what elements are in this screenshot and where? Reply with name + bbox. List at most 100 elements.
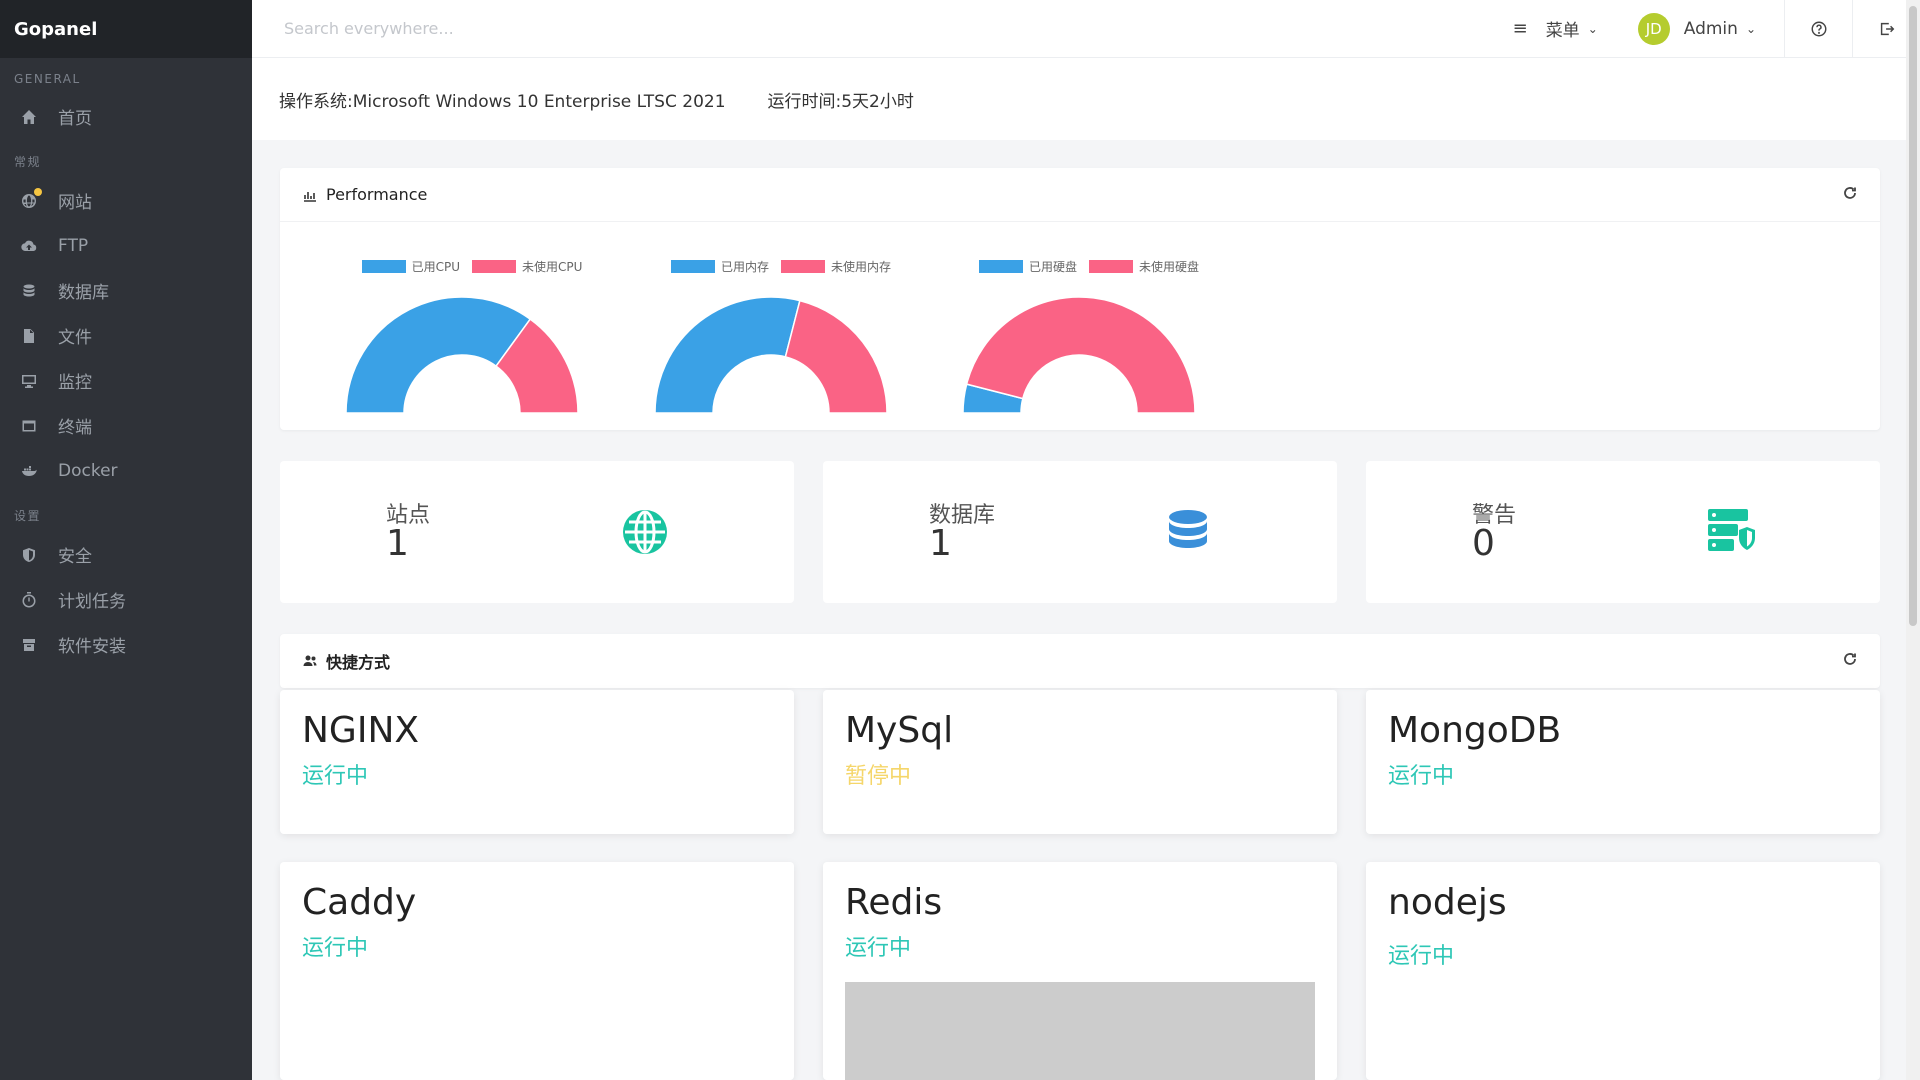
legend-label: 已用内存 <box>720 260 769 274</box>
sidebar-item-label: 安全 <box>58 547 92 567</box>
page-scrollbar[interactable] <box>1906 0 1920 1080</box>
service-status: 运行中 <box>845 936 912 961</box>
legend-item[interactable]: 已用内存 <box>670 258 769 275</box>
system-info-bar: 操作系统:Microsoft Windows 10 Enterprise LTS… <box>252 58 1906 140</box>
sidebar: Gopanel GENERAL 首页 常规 网站 FTP 数据库 文件 监控 终… <box>0 0 252 1080</box>
legend-swatch <box>978 260 1023 273</box>
legend-swatch <box>781 260 825 273</box>
service-status: 暂停中 <box>845 764 912 789</box>
placeholder-image <box>845 982 1315 1080</box>
sidebar-item-database[interactable]: 数据库 <box>0 268 252 313</box>
performance-card-header: Performance <box>280 168 1880 222</box>
sidebar-item-label: Docker <box>58 460 118 481</box>
chart-legend[interactable]: 已用硬盘 未使用硬盘 <box>949 258 1229 275</box>
docker-icon <box>20 462 38 480</box>
refresh-icon <box>1844 653 1856 665</box>
menu-label: 菜单 <box>1545 21 1580 41</box>
gauge-chart: 已用CPU 未使用CPU <box>332 258 612 419</box>
monitor-icon <box>20 372 38 390</box>
service-status: 运行中 <box>302 936 369 961</box>
shortcut-card-mongodb[interactable]: MongoDB 运行中 <box>1366 690 1880 834</box>
sidebar-item-ftp[interactable]: FTP <box>0 223 252 268</box>
sidebar-item-cron[interactable]: 计划任务 <box>0 577 252 622</box>
used-slice[interactable] <box>345 296 532 414</box>
user-dropdown[interactable]: JD Admin ⌄ <box>1637 12 1756 45</box>
service-name: MongoDB <box>1388 710 1562 751</box>
sidebar-item-label: 计划任务 <box>58 592 126 612</box>
shortcut-card-mysql[interactable]: MySql 暂停中 <box>823 690 1337 834</box>
sidebar-item-label: 软件安装 <box>58 637 126 657</box>
sidebar-item-terminal[interactable]: 终端 <box>0 403 252 448</box>
refresh-shortcuts-button[interactable] <box>1842 651 1858 671</box>
stat-value: 0 <box>1472 523 1495 564</box>
legend-item[interactable]: 已用CPU <box>361 258 460 275</box>
file-icon <box>20 327 38 345</box>
hamburger-icon: ≡ <box>1512 18 1528 39</box>
legend-item[interactable]: 未使用硬盘 <box>1089 258 1199 275</box>
sidebar-item-website[interactable]: 网站 <box>0 178 252 223</box>
nav-section-general: GENERAL <box>14 72 81 86</box>
used-slice[interactable] <box>654 296 801 414</box>
unused-slice[interactable] <box>784 299 888 414</box>
server-shield-icon <box>1708 509 1755 551</box>
chart-icon <box>302 187 318 203</box>
legend-item[interactable]: 未使用内存 <box>781 258 891 275</box>
os-info: 操作系统:Microsoft Windows 10 Enterprise LTS… <box>279 91 726 112</box>
header-actions: ≡ 菜单 ⌄ JD Admin ⌄ <box>1513 0 1920 58</box>
service-status: 运行中 <box>302 764 369 789</box>
half-doughnut-chart <box>345 296 579 414</box>
menu-dropdown[interactable]: ≡ 菜单 ⌄ <box>1513 16 1598 41</box>
stat-value: 1 <box>386 523 409 564</box>
shortcut-card-nginx[interactable]: NGINX 运行中 <box>280 690 794 834</box>
sidebar-item-label: 文件 <box>58 328 92 348</box>
uptime-info: 运行时间:5天2小时 <box>767 91 914 112</box>
service-status: 运行中 <box>1388 764 1455 789</box>
brand-logo[interactable]: Gopanel <box>0 0 252 58</box>
legend-item[interactable]: 未使用CPU <box>472 258 582 275</box>
help-button[interactable] <box>1784 0 1852 58</box>
stat-value: 1 <box>929 523 952 564</box>
chart-legend[interactable]: 已用CPU 未使用CPU <box>332 258 612 275</box>
users-icon <box>302 653 318 669</box>
refresh-performance-button[interactable] <box>1842 185 1858 205</box>
shortcut-card-nodejs[interactable]: nodejs 运行中 <box>1366 862 1880 1080</box>
legend-swatch <box>472 260 516 273</box>
legend-item[interactable]: 已用硬盘 <box>978 258 1077 275</box>
nav-section-settings: 设置 <box>14 509 42 523</box>
half-doughnut-chart <box>654 296 888 414</box>
stat-card-sites[interactable]: 站点 1 <box>280 461 794 603</box>
gauge-chart: 已用内存 未使用内存 <box>641 258 921 419</box>
search-input[interactable] <box>252 0 852 58</box>
sidebar-item-home[interactable]: 首页 <box>0 94 252 139</box>
shortcut-card-caddy[interactable]: Caddy 运行中 <box>280 862 794 1080</box>
timer-icon <box>20 591 38 609</box>
sidebar-item-security[interactable]: 安全 <box>0 532 252 577</box>
user-name: Admin <box>1683 18 1738 39</box>
sidebar-item-files[interactable]: 文件 <box>0 313 252 358</box>
shortcut-card-redis[interactable]: Redis 运行中 <box>823 862 1337 1080</box>
service-name: NGINX <box>302 710 420 751</box>
sidebar-item-label: 首页 <box>58 109 92 129</box>
performance-title: Performance <box>326 185 428 204</box>
stat-card-alerts[interactable]: 警告 0 <box>1366 461 1880 603</box>
sidebar-item-docker[interactable]: Docker <box>0 448 252 493</box>
stat-card-databases[interactable]: 数据库 1 <box>823 461 1337 603</box>
sidebar-item-label: FTP <box>58 235 89 256</box>
sidebar-item-software[interactable]: 软件安装 <box>0 622 252 667</box>
shield-icon <box>20 546 38 564</box>
sidebar-item-monitor[interactable]: 监控 <box>0 358 252 403</box>
chevron-down-icon: ⌄ <box>1745 21 1756 36</box>
legend-label: 已用硬盘 <box>1028 260 1077 274</box>
shortcuts-card: 快捷方式 <box>280 634 1880 688</box>
shortcuts-card-header: 快捷方式 <box>280 634 1880 688</box>
service-name: Caddy <box>302 882 417 923</box>
service-name: MySql <box>845 710 954 751</box>
service-name: Redis <box>845 882 943 923</box>
cloud-upload-icon <box>20 237 38 255</box>
chart-legend[interactable]: 已用内存 未使用内存 <box>641 258 921 275</box>
gauge-chart: 已用硬盘 未使用硬盘 <box>949 258 1229 419</box>
scrollbar-thumb[interactable] <box>1909 6 1917 626</box>
legend-swatch <box>361 260 406 273</box>
package-icon <box>20 636 38 654</box>
refresh-icon <box>1844 186 1856 199</box>
